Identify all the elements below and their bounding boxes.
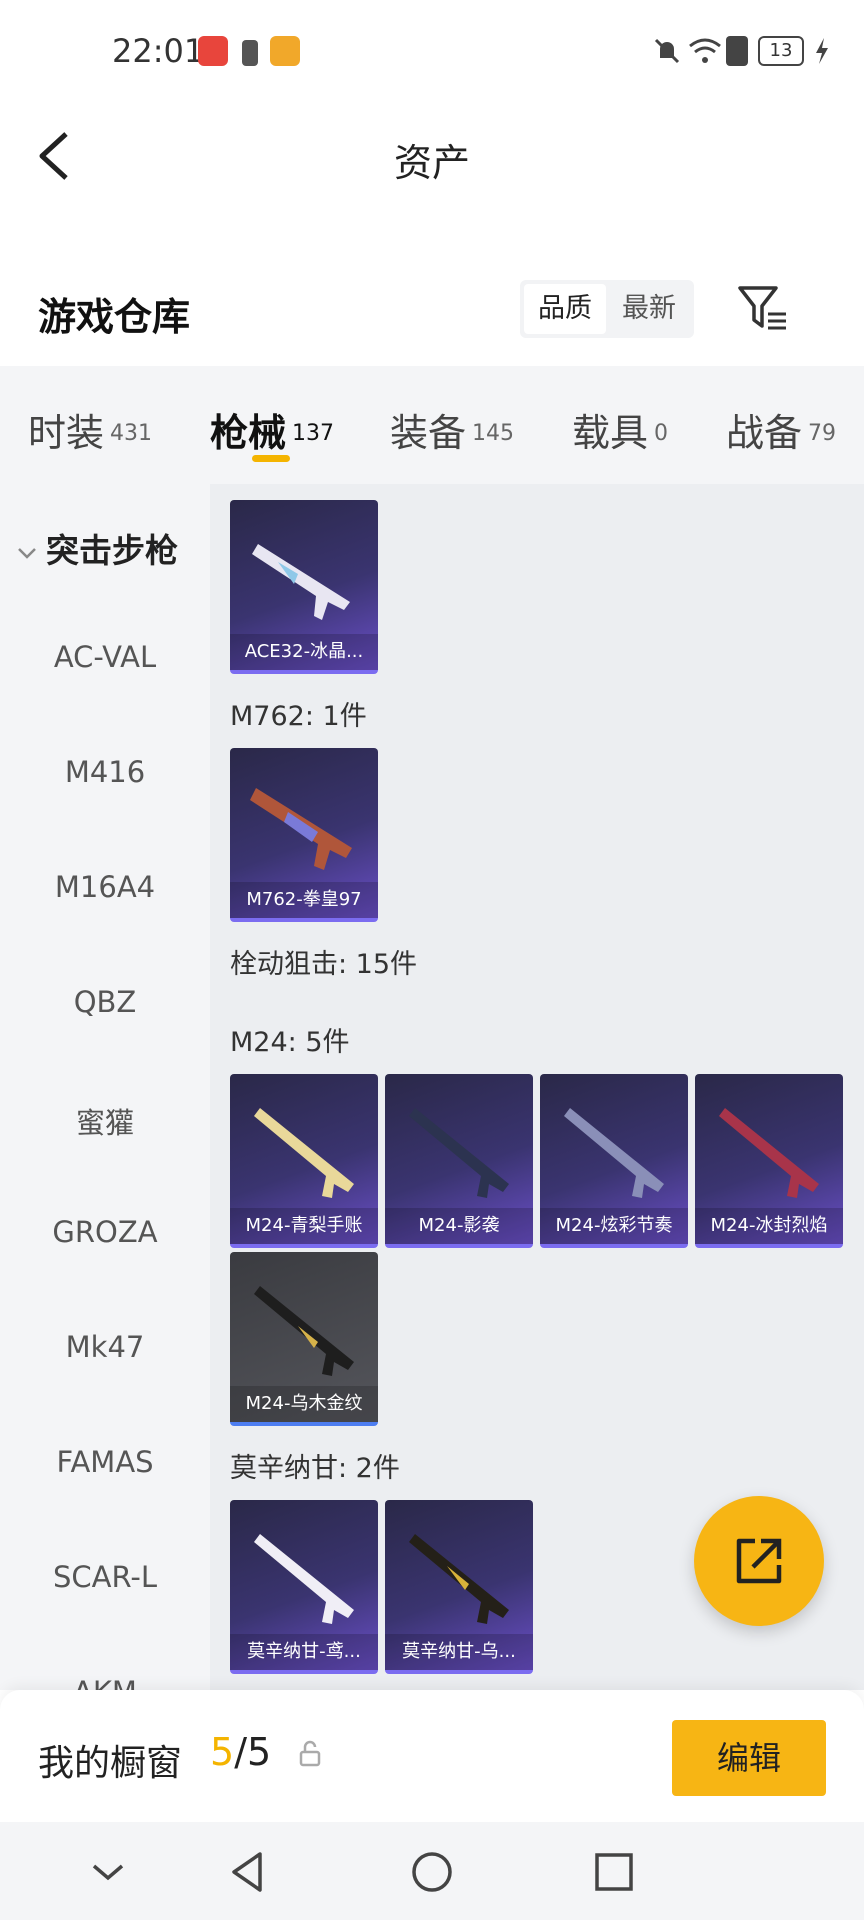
sort-newest-option[interactable]: 最新 (608, 284, 690, 334)
weapon-name: 莫辛纳甘-鸢... (230, 1634, 378, 1670)
sidebar-category[interactable]: 突击步枪 (16, 524, 178, 572)
wifi-icon (689, 38, 721, 63)
group-label: 莫辛纳甘: 2件 (230, 1453, 400, 1484)
page-title: 资产 (393, 141, 470, 185)
filter-icon[interactable] (736, 284, 792, 332)
tab-label: 载具 (572, 411, 649, 455)
tab-label: 枪械 (210, 411, 287, 455)
sidebar-item[interactable]: GROZA (0, 1215, 210, 1249)
weapon-card[interactable]: M24-影袭 (385, 1074, 533, 1248)
battery-level: 13 (769, 40, 793, 61)
warehouse-title: 游戏仓库 (38, 295, 191, 339)
sort-quality-option[interactable]: 品质 (524, 284, 606, 334)
tab-equipment[interactable]: 装备 145 (390, 402, 515, 455)
tab-count: 145 (472, 420, 515, 446)
weapon-card[interactable]: M24-青梨手账 (230, 1074, 378, 1248)
sidebar-item[interactable]: 蜜獾 (0, 1100, 210, 1142)
showcase-separator: / (234, 1730, 247, 1774)
category-tabs: 时装 431 枪械 137 装备 145 载具 0 战备 79 (0, 366, 864, 484)
sidebar-item[interactable]: M416 (0, 755, 210, 789)
sidebar-item[interactable]: FAMAS (0, 1445, 210, 1479)
battery-small-icon (242, 40, 258, 66)
sniper-rifle-icon (719, 1108, 819, 1198)
sniper-rifle-icon (409, 1108, 509, 1198)
weapon-name: M762-拳皇97 (230, 882, 378, 918)
sniper-rifle-icon (254, 1286, 354, 1376)
rifle-icon (250, 788, 352, 870)
showcase-current: 5 (210, 1730, 235, 1774)
nav-recents-icon[interactable] (590, 1848, 638, 1896)
battery-icon: 13 (758, 36, 804, 66)
nav-back-icon[interactable] (224, 1848, 272, 1896)
active-tab-indicator (252, 455, 290, 462)
sniper-rifle-icon (564, 1108, 664, 1198)
weapon-name: ACE32-冰晶... (230, 634, 378, 670)
sniper-rifle-icon (254, 1108, 354, 1198)
charging-icon (816, 38, 828, 64)
group-label: 栓动狙击: 15件 (230, 949, 418, 980)
group-label: M762: 1件 (230, 701, 367, 732)
sort-toggle: 品质 最新 (520, 280, 694, 338)
weapon-card[interactable]: ACE32-冰晶... (230, 500, 378, 674)
nav-collapse-icon[interactable] (84, 1848, 132, 1896)
tab-vehicles[interactable]: 载具 0 (572, 402, 669, 455)
weapon-name: M24-冰封烈焰 (695, 1208, 843, 1244)
lock-icon (299, 1740, 321, 1767)
nav-home-icon[interactable] (408, 1848, 456, 1896)
tab-supplies[interactable]: 战备 79 (726, 402, 837, 455)
weapon-name: 莫辛纳甘-乌... (385, 1634, 533, 1670)
weapon-sidebar: 突击步枪 AC-VAL M416 M16A4 QBZ 蜜獾 GROZA Mk47… (0, 484, 210, 1690)
share-icon (736, 1538, 782, 1584)
app-bar: 资产 (0, 104, 864, 204)
tab-count: 0 (654, 420, 669, 446)
tab-count: 79 (808, 420, 837, 446)
app-store-notification-icon (198, 36, 228, 66)
sniper-rifle-icon (409, 1534, 509, 1624)
tab-label: 装备 (390, 411, 467, 455)
showcase-total: 5 (247, 1730, 272, 1774)
sidebar-item[interactable]: AKM (0, 1675, 210, 1690)
status-bar: 22:01 13 (0, 0, 864, 104)
app-notification-icon (270, 36, 300, 66)
alert-icon (726, 36, 748, 66)
status-time: 22:01 (112, 32, 205, 70)
weapon-card[interactable]: 莫辛纳甘-鸢... (230, 1500, 378, 1674)
rifle-icon (252, 544, 350, 620)
sidebar-category-label: 突击步枪 (46, 531, 178, 570)
weapon-name: M24-乌木金纹 (230, 1386, 378, 1422)
tab-count: 137 (292, 420, 335, 446)
weapon-card[interactable]: M24-冰封烈焰 (695, 1074, 843, 1248)
weapon-card[interactable]: M24-炫彩节奏 (540, 1074, 688, 1248)
mute-icon (654, 38, 680, 64)
weapon-card[interactable]: M762-拳皇97 (230, 748, 378, 922)
weapon-name: M24-影袭 (385, 1208, 533, 1244)
sidebar-item[interactable]: SCAR-L (0, 1560, 210, 1594)
weapon-name: M24-青梨手账 (230, 1208, 378, 1244)
tab-firearms[interactable]: 枪械 137 (210, 402, 335, 455)
system-nav-bar (0, 1822, 864, 1920)
group-label: M24: 5件 (230, 1027, 350, 1058)
tab-label: 战备 (726, 411, 803, 455)
sniper-rifle-icon (254, 1534, 354, 1624)
sidebar-item[interactable]: QBZ (0, 985, 210, 1019)
tab-fashion[interactable]: 时装 431 (28, 402, 153, 455)
tab-count: 431 (110, 420, 153, 446)
edit-button[interactable]: 编辑 (672, 1720, 826, 1796)
showcase-count: 5/5 (210, 1730, 271, 1774)
sidebar-item[interactable]: Mk47 (0, 1330, 210, 1364)
tab-label: 时装 (28, 411, 105, 455)
weapon-name: M24-炫彩节奏 (540, 1208, 688, 1244)
sidebar-item[interactable]: M16A4 (0, 870, 210, 904)
chevron-down-icon (18, 547, 36, 559)
showcase-title: 我的橱窗 (38, 1743, 183, 1784)
showcase-panel: 我的橱窗 5/5 编辑 (0, 1690, 864, 1822)
weapon-card[interactable]: 莫辛纳甘-乌... (385, 1500, 533, 1674)
sidebar-item[interactable]: AC-VAL (0, 640, 210, 674)
weapon-card[interactable]: M24-乌木金纹 (230, 1252, 378, 1426)
share-fab[interactable] (694, 1496, 824, 1626)
